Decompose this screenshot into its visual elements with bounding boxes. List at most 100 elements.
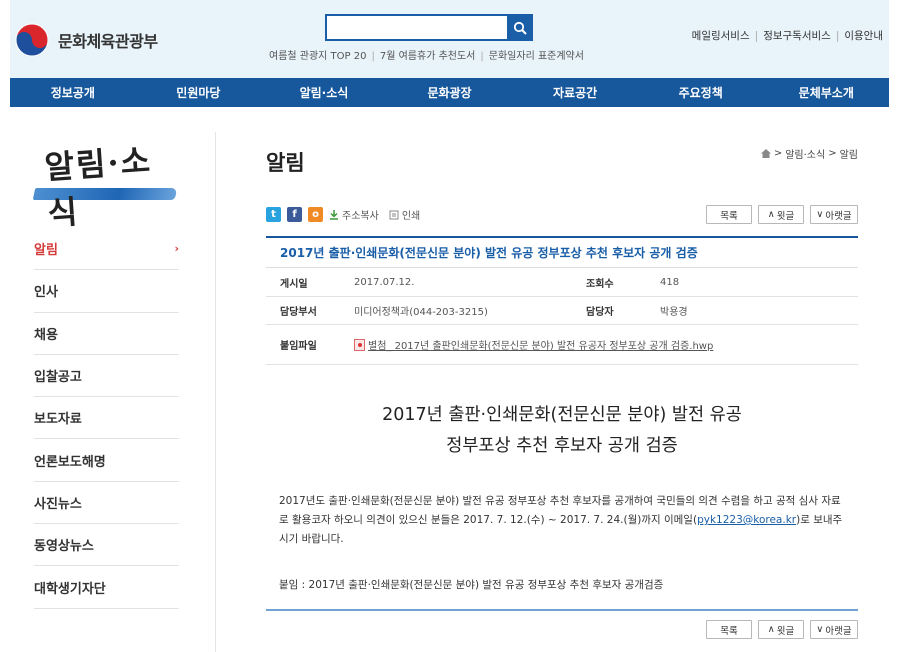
headline-line: 정부포상 추천 후보자 공개 검증: [446, 436, 678, 456]
sidebar-item-press-release[interactable]: 보도자료: [34, 397, 179, 440]
prev-button-label: 윗글: [776, 210, 795, 222]
post-date: 2017.07.12.: [354, 276, 415, 288]
logo-text: 문화체육관광부: [58, 32, 158, 51]
page-title: 알림: [266, 151, 305, 175]
sidebar-item-personnel[interactable]: 인사: [34, 270, 179, 313]
breadcrumb-item[interactable]: 알림·소식: [785, 146, 825, 161]
article-body: 2017년도 출판·인쇄문화(전문신문 분야) 발전 유공 정부포상 추천 후보…: [279, 492, 845, 549]
breadcrumb-separator: >: [773, 148, 783, 159]
keyword-link[interactable]: 여름철 관광지 TOP 20: [265, 51, 370, 62]
chevron-up-icon: ∧: [767, 624, 775, 635]
keyword-link[interactable]: 문화일자리 표준계약서: [485, 51, 588, 62]
department-label: 담당부서: [280, 307, 317, 318]
copy-url-label: 주소복사: [342, 211, 379, 222]
sidebar-item-label: 대학생기자단: [34, 581, 106, 597]
sidebar-menu: 알림 › 인사 채용 입찰공고 보도자료 언론보도해명 사진뉴스 동영상뉴스 대…: [34, 228, 179, 609]
next-post-button[interactable]: ∨ 아랫글: [810, 620, 858, 639]
chevron-right-icon: ›: [174, 242, 179, 256]
attachment-filename: 별첨_ 2017년 출판인쇄문화(전문신문 분야) 발전 유공자 정부포상 공개…: [368, 341, 714, 352]
attachment-label: 붙임파일: [280, 341, 317, 352]
email-link[interactable]: pyk1223@korea.kr: [697, 514, 796, 526]
site-header: 문화체육관광부 여름철 관광지 TOP 20 | 7월 여름휴가 추천도서 | 문화일자…: [10, 0, 889, 78]
print-icon: [389, 210, 399, 219]
print-label: 인쇄: [401, 211, 421, 222]
utility-links: 메일링서비스 | 정보구독서비스 | 이용안내: [691, 30, 883, 42]
gnb-item-about[interactable]: 문체부소개: [763, 78, 889, 107]
sidebar-item-label: 사진뉴스: [34, 496, 82, 512]
prev-post-button[interactable]: ∧ 윗글: [758, 620, 804, 639]
sidebar-item-recruitment[interactable]: 채용: [34, 313, 179, 355]
sidebar-item-label: 입찰공고: [34, 370, 82, 386]
share-toolbar: t f o 주소복사 인쇄: [266, 207, 420, 222]
home-icon[interactable]: [760, 149, 771, 158]
search-icon: [513, 21, 527, 35]
list-button[interactable]: 목록: [706, 620, 752, 639]
sidebar-item-label: 인사: [34, 285, 58, 301]
section-title: 알림·소식: [43, 141, 154, 233]
next-button-label: 아랫글: [825, 625, 852, 637]
mailing-service-link[interactable]: 메일링서비스: [692, 30, 750, 42]
attachment-note: 붙임 : 2017년 출판·인쇄문화(전문신문 분야) 발전 유공 정부포상 추…: [279, 579, 664, 591]
twitter-icon[interactable]: t: [266, 207, 281, 222]
facebook-icon[interactable]: f: [287, 207, 302, 222]
list-button-label: 목록: [720, 210, 738, 222]
chevron-up-icon: ∧: [767, 209, 775, 220]
gnb-item-info-disclosure[interactable]: 정보공개: [10, 78, 136, 107]
sidebar-item-press-clarification[interactable]: 언론보도해명: [34, 439, 179, 482]
breadcrumb: > 알림·소식 > 알림: [760, 146, 858, 161]
list-button[interactable]: 목록: [706, 205, 752, 224]
article-headline: 2017년 출판·인쇄문화(전문신문 분야) 발전 유공 정부포상 추천 후보자…: [266, 400, 858, 462]
copy-url-button[interactable]: 주소복사: [329, 207, 379, 222]
taegeuk-logo-icon: [14, 22, 50, 58]
attachment-link[interactable]: 별첨_ 2017년 출판인쇄문화(전문신문 분야) 발전 유공자 정부포상 공개…: [354, 337, 713, 352]
print-button[interactable]: 인쇄: [389, 207, 420, 222]
sidebar-item-photo-news[interactable]: 사진뉴스: [34, 482, 179, 525]
gnb-item-news[interactable]: 알림·소식: [261, 78, 387, 107]
views-label: 조회수: [586, 278, 614, 290]
gnb-item-civil-service[interactable]: 민원마당: [136, 78, 262, 107]
prev-post-button[interactable]: ∧ 윗글: [758, 205, 804, 224]
department-value: 미디어정책과(044-203-3215): [354, 307, 488, 318]
prev-button-label: 윗글: [776, 625, 795, 637]
chevron-down-icon: ∨: [816, 624, 824, 635]
search-input[interactable]: [325, 14, 533, 41]
article-bottom-divider: [266, 609, 858, 611]
sidebar-item-notice[interactable]: 알림 ›: [34, 228, 179, 271]
section-title-calligraphy: 알림·소식: [30, 138, 180, 233]
view-count: 418: [660, 276, 680, 288]
gnb-item-resources[interactable]: 자료공간: [512, 78, 638, 107]
hwp-file-icon: [354, 338, 365, 351]
usage-guide-link[interactable]: 이용안내: [844, 30, 883, 42]
main-navigation: 정보공개 민원마당 알림·소식 문화광장 자료공간 주요정책 문체부소개: [10, 78, 889, 107]
article-meta-row: 게시일 2017.07.12. 조회수 418: [266, 268, 858, 297]
article-title: 2017년 출판·인쇄문화(전문신문 분야) 발전 유공 정부포상 추천 후보자…: [266, 236, 858, 268]
sidebar-item-label: 언론보도해명: [34, 454, 106, 470]
sidebar-item-label: 보도자료: [34, 412, 82, 428]
ministry-logo[interactable]: 문화체육관광부: [14, 22, 158, 58]
gnb-item-culture-square[interactable]: 문화광장: [387, 78, 513, 107]
manager-value: 박용경: [660, 307, 688, 318]
article-meta-row: 담당부서 미디어정책과(044-203-3215) 담당자 박용경: [266, 297, 858, 325]
chevron-down-icon: ∨: [816, 209, 824, 220]
list-button-label: 목록: [720, 625, 738, 637]
sidebar-item-video-news[interactable]: 동영상뉴스: [34, 524, 179, 567]
manager-label: 담당자: [586, 307, 614, 318]
sidebar-item-student-reporters[interactable]: 대학생기자단: [34, 566, 179, 609]
sidebar-item-bidding[interactable]: 입찰공고: [34, 355, 179, 398]
headline-line: 2017년 출판·인쇄문화(전문신문 분야) 발전 유공: [382, 405, 742, 425]
popular-keywords: 여름철 관광지 TOP 20 | 7월 여름휴가 추천도서 | 문화일자리 표준계약서: [265, 47, 588, 62]
next-post-button[interactable]: ∨ 아랫글: [810, 205, 858, 224]
sidebar-divider: [215, 132, 216, 652]
sidebar-item-label: 동영상뉴스: [34, 539, 94, 555]
kakaostory-icon[interactable]: o: [308, 207, 323, 222]
info-subscription-link[interactable]: 정보구독서비스: [763, 30, 831, 42]
keyword-link[interactable]: 7월 여름휴가 추천도서: [376, 51, 480, 62]
download-arrow-icon: [330, 209, 338, 220]
breadcrumb-separator: >: [828, 148, 837, 159]
breadcrumb-item[interactable]: 알림: [840, 146, 858, 161]
next-button-label: 아랫글: [825, 210, 852, 222]
sidebar-item-label: 알림: [34, 243, 58, 259]
gnb-item-policies[interactable]: 주요정책: [638, 78, 764, 107]
search-button[interactable]: [507, 14, 533, 41]
date-label: 게시일: [280, 278, 308, 290]
